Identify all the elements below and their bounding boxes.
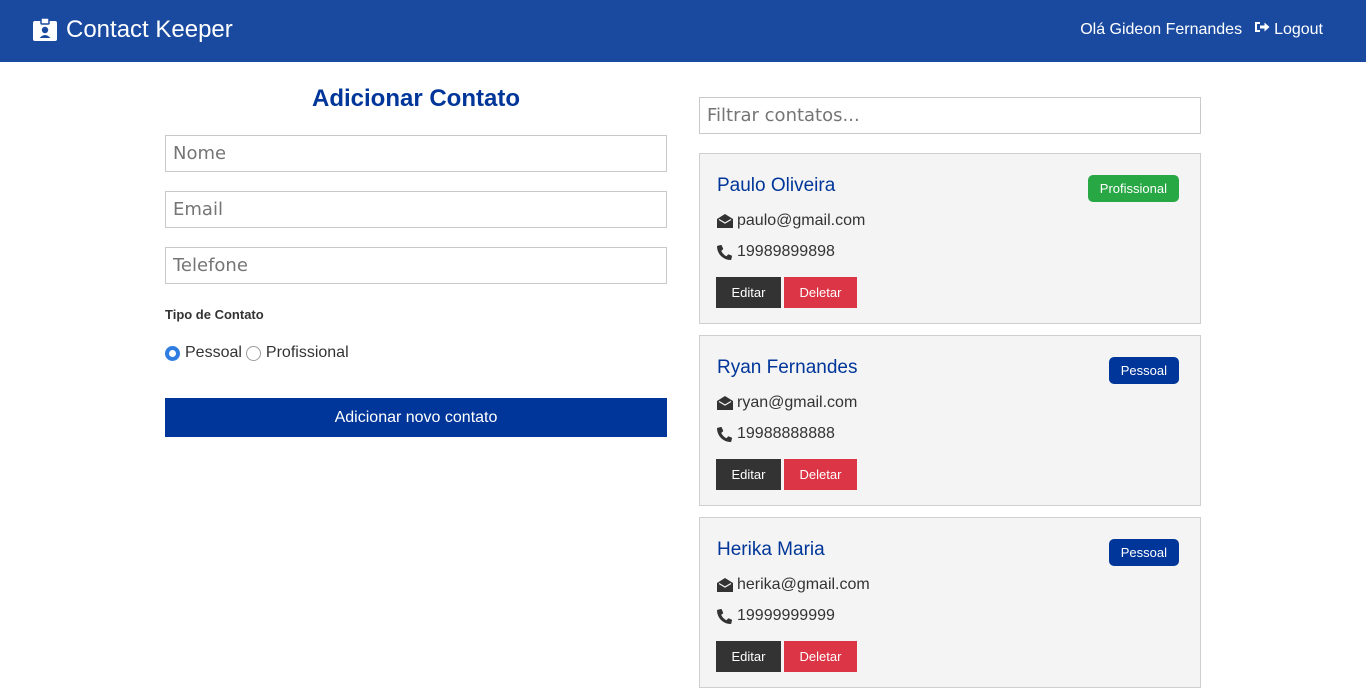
id-badge-icon [32,17,58,43]
contact-name: Herika Maria [717,539,825,560]
form-title: Adicionar Contato [312,85,520,112]
contact-phone: 19988888888 [737,425,835,442]
contact-email-line: paulo@gmail.com [717,212,865,230]
delete-button[interactable]: Deletar [784,641,857,672]
contact-type-badge: Pessoal [1108,357,1179,384]
radio-profissional-label[interactable]: Profissional [266,344,349,362]
radio-pessoal[interactable] [165,345,180,361]
user-nav: Olá Gideon Fernandes Logout [1080,20,1323,39]
phone-icon [717,608,737,624]
delete-button[interactable]: Deletar [784,277,857,308]
phone-icon [717,244,737,260]
envelope-open-icon [717,578,737,592]
phone-icon [717,426,737,442]
contact-phone: 19999999999 [737,607,835,624]
contacts-column: Paulo Oliveira Profissional paulo@gmail.… [699,97,1201,688]
filter-input[interactable] [699,97,1201,134]
contact-card: Ryan Fernandes Pessoal ryan@gmail.com 19… [699,335,1201,506]
contact-type-label: Tipo de Contato [165,307,264,322]
envelope-open-icon [717,396,737,410]
contact-email: paulo@gmail.com [737,212,866,229]
contact-email: herika@gmail.com [737,576,870,593]
contact-email-line: ryan@gmail.com [717,394,857,412]
sign-out-icon [1254,20,1270,39]
contact-type-badge: Profissional [1087,175,1179,202]
logout-label: Logout [1274,20,1323,38]
phone-input[interactable] [165,247,667,284]
contact-phone-line: 19989899898 [717,243,835,261]
contact-phone-line: 19999999999 [717,607,835,625]
radio-profissional[interactable] [245,345,261,361]
envelope-open-icon [717,214,737,228]
brand[interactable]: Contact Keeper [32,16,233,44]
add-contact-form: Adicionar Contato Tipo de Contato Pessoa… [165,82,667,437]
edit-button[interactable]: Editar [716,277,781,308]
user-greeting: Olá Gideon Fernandes [1080,20,1243,38]
contact-phone: 19989899898 [737,243,835,260]
edit-button[interactable]: Editar [716,641,781,672]
contact-type-badge: Pessoal [1108,539,1179,566]
contact-card: Paulo Oliveira Profissional paulo@gmail.… [699,153,1201,324]
email-input[interactable] [165,191,667,228]
contact-email-line: herika@gmail.com [717,576,870,594]
edit-button[interactable]: Editar [716,459,781,490]
logout-link[interactable]: Logout [1254,20,1323,39]
brand-title: Contact Keeper [66,16,233,43]
contact-name: Paulo Oliveira [717,175,836,196]
navbar: Contact Keeper Olá Gideon Fernandes Logo… [0,0,1366,62]
delete-button[interactable]: Deletar [784,459,857,490]
radio-pessoal-label[interactable]: Pessoal [185,344,242,362]
add-contact-button[interactable]: Adicionar novo contato [165,398,667,437]
contact-phone-line: 19988888888 [717,425,835,443]
contact-name: Ryan Fernandes [717,357,858,378]
contact-type-radios: Pessoal Profissional [165,344,353,362]
contact-card: Herika Maria Pessoal herika@gmail.com 19… [699,517,1201,688]
name-input[interactable] [165,135,667,172]
contact-email: ryan@gmail.com [737,394,858,411]
